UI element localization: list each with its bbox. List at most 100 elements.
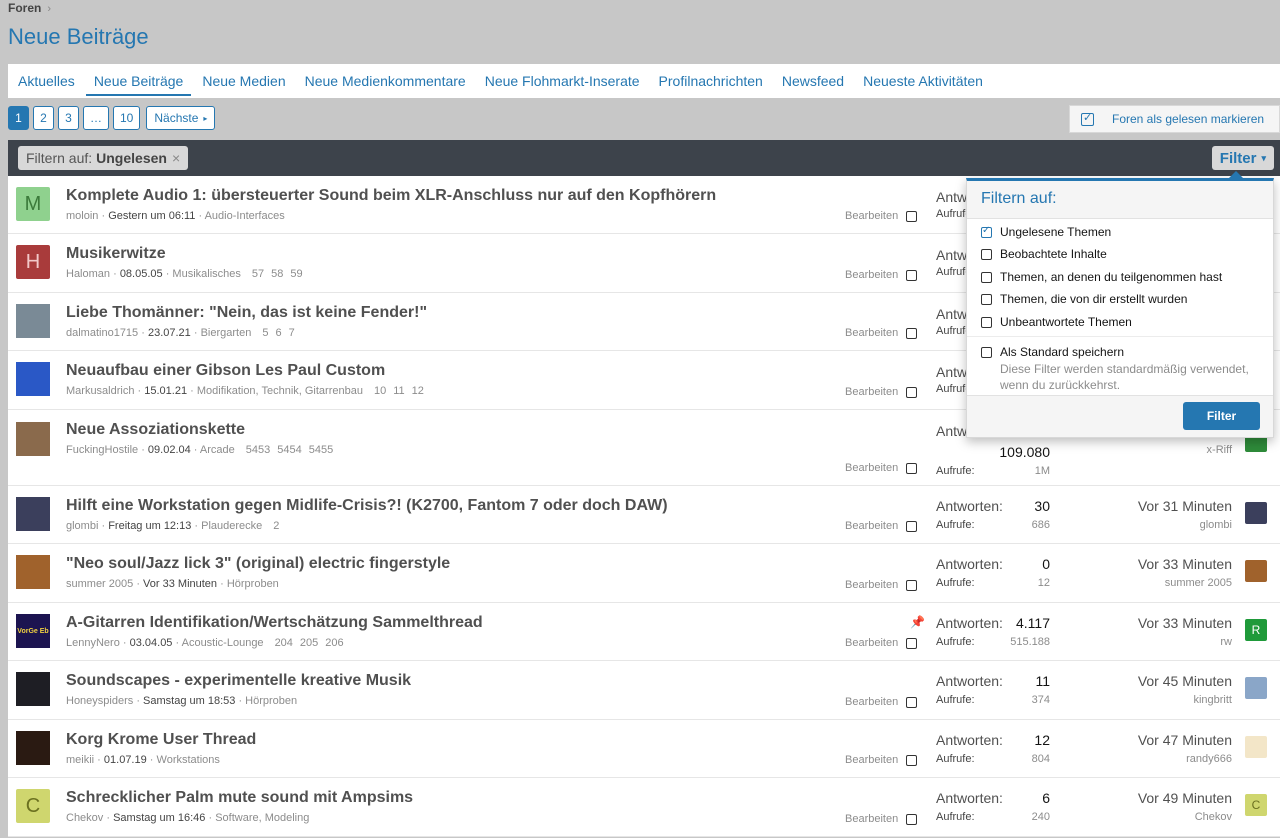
remove-filter-icon[interactable]: × <box>172 150 180 166</box>
edit-thread[interactable]: Bearbeiten <box>845 754 918 766</box>
last-post-time[interactable]: Vor 49 Minuten <box>1138 790 1232 806</box>
thread-row[interactable]: "Neo soul/Jazz lick 3" (original) electr… <box>8 544 1280 603</box>
thread-title[interactable]: Korg Krome User Thread <box>66 731 256 749</box>
last-post-user[interactable]: randy666 <box>1186 753 1232 765</box>
thread-author[interactable]: Markusaldrich <box>66 385 134 397</box>
edit-thread[interactable]: Bearbeiten <box>845 813 918 825</box>
thread-title[interactable]: Neue Assoziationskette <box>66 421 245 439</box>
thread-page-link[interactable]: 5454 <box>277 444 301 456</box>
page-2-button[interactable]: 2 <box>33 106 54 130</box>
tab-neue-flohmarkt-inserate[interactable]: Neue Flohmarkt-Inserate <box>485 64 640 98</box>
thread-date[interactable]: 09.02.04 <box>148 444 191 456</box>
thread-author[interactable]: Chekov <box>66 812 103 824</box>
tab-aktuelles[interactable]: Aktuelles <box>18 64 75 98</box>
thread-date[interactable]: Freitag um 12:13 <box>108 520 191 532</box>
thread-author[interactable]: FuckingHostile <box>66 444 138 456</box>
thread-page-link[interactable]: 11 <box>393 385 404 397</box>
thread-date[interactable]: 01.07.19 <box>104 754 147 766</box>
author-avatar[interactable] <box>16 497 50 531</box>
filter-option-checkbox[interactable] <box>981 271 992 283</box>
thread-forum[interactable]: Plauderecke <box>201 520 262 532</box>
last-post-time[interactable]: Vor 33 Minuten <box>1138 615 1232 631</box>
select-thread-checkbox[interactable] <box>906 269 918 281</box>
thread-author[interactable]: glombi <box>66 520 98 532</box>
filter-option-checkbox[interactable] <box>981 248 992 260</box>
author-avatar[interactable]: C <box>16 789 50 823</box>
last-post-time[interactable]: Vor 47 Minuten <box>1138 732 1232 748</box>
thread-date[interactable]: 03.04.05 <box>130 637 173 649</box>
edit-thread[interactable]: Bearbeiten <box>845 210 918 222</box>
edit-thread[interactable]: Bearbeiten <box>845 386 918 398</box>
thread-page-link[interactable]: 204 <box>275 637 293 649</box>
last-post-time[interactable]: Vor 45 Minuten <box>1138 673 1232 689</box>
author-avatar[interactable]: H <box>16 245 50 279</box>
tab-neue-medien[interactable]: Neue Medien <box>202 64 285 98</box>
save-as-default-option[interactable]: Als Standard speichern <box>981 345 1124 359</box>
tab-newsfeed[interactable]: Newsfeed <box>782 64 844 98</box>
page-jump-button[interactable]: … <box>83 106 109 130</box>
select-thread-checkbox[interactable] <box>906 696 918 708</box>
apply-filter-button[interactable]: Filter <box>1183 402 1260 430</box>
filter-option-checkbox[interactable] <box>981 293 992 305</box>
mark-forums-read-button[interactable]: Foren als gelesen markieren <box>1069 105 1280 133</box>
page-10-button[interactable]: 10 <box>113 106 141 130</box>
page-1-button[interactable]: 1 <box>8 106 29 130</box>
filter-option[interactable]: Themen, an denen du teilgenommen hast <box>981 270 1222 284</box>
select-thread-checkbox[interactable] <box>906 579 918 591</box>
thread-page-link[interactable]: 6 <box>275 327 281 339</box>
thread-author[interactable]: summer 2005 <box>66 578 133 590</box>
last-post-user[interactable]: Chekov <box>1195 811 1232 823</box>
thread-author[interactable]: Honeyspiders <box>66 695 133 707</box>
thread-forum[interactable]: Musikalisches <box>172 268 240 280</box>
edit-thread[interactable]: Bearbeiten <box>845 637 918 649</box>
thread-forum[interactable]: Biergarten <box>201 327 252 339</box>
thread-author[interactable]: LennyNero <box>66 637 120 649</box>
last-post-user[interactable]: glombi <box>1200 519 1232 531</box>
breadcrumb[interactable]: Foren › <box>8 1 51 15</box>
save-default-checkbox[interactable] <box>981 346 992 358</box>
thread-author[interactable]: dalmatino1715 <box>66 327 138 339</box>
filter-option-checkbox[interactable] <box>981 225 992 238</box>
thread-date[interactable]: Samstag um 18:53 <box>143 695 235 707</box>
thread-date[interactable]: Gestern um 06:11 <box>108 210 195 222</box>
select-thread-checkbox[interactable] <box>906 520 918 532</box>
thread-title[interactable]: Komplete Audio 1: übersteuerter Sound be… <box>66 187 716 205</box>
thread-forum[interactable]: Arcade <box>200 444 235 456</box>
last-post-user[interactable]: kingbritt <box>1193 694 1232 706</box>
thread-date[interactable]: Vor 33 Minuten <box>143 578 217 590</box>
edit-thread[interactable]: Bearbeiten <box>845 327 918 339</box>
thread-author[interactable]: moloin <box>66 210 98 222</box>
author-avatar[interactable]: M <box>16 187 50 221</box>
select-thread-checkbox[interactable] <box>906 327 918 339</box>
author-avatar[interactable] <box>16 422 50 456</box>
thread-title[interactable]: Liebe Thomänner: "Nein, das ist keine Fe… <box>66 304 427 322</box>
thread-forum[interactable]: Audio-Interfaces <box>205 210 285 222</box>
tab-neueste-aktivitäten[interactable]: Neueste Aktivitäten <box>863 64 983 98</box>
select-thread-checkbox[interactable] <box>906 637 918 649</box>
select-thread-checkbox[interactable] <box>906 754 918 766</box>
thread-forum[interactable]: Software, Modeling <box>215 812 309 824</box>
thread-title[interactable]: Schrecklicher Palm mute sound mit Ampsim… <box>66 789 413 807</box>
last-post-avatar[interactable]: C <box>1245 794 1267 816</box>
select-thread-checkbox[interactable] <box>906 813 918 825</box>
thread-page-link[interactable]: 5 <box>262 327 268 339</box>
filter-menu-button[interactable]: Filter ▾ <box>1211 146 1274 170</box>
thread-date[interactable]: Samstag um 16:46 <box>113 812 205 824</box>
thread-date[interactable]: 23.07.21 <box>148 327 191 339</box>
thread-page-link[interactable]: 205 <box>300 637 318 649</box>
thread-page-link[interactable]: 5453 <box>246 444 270 456</box>
thread-row[interactable]: Korg Krome User Thread meikii · 01.07.19 … <box>8 720 1280 778</box>
edit-thread[interactable]: Bearbeiten <box>845 269 918 281</box>
thread-row[interactable]: C Schrecklicher Palm mute sound mit Ampsi… <box>8 778 1280 837</box>
last-post-time[interactable]: Vor 31 Minuten <box>1138 498 1232 514</box>
last-post-avatar[interactable] <box>1245 560 1267 582</box>
breadcrumb-item-foren[interactable]: Foren <box>8 1 41 15</box>
page-3-button[interactable]: 3 <box>58 106 79 130</box>
thread-title[interactable]: Musikerwitze <box>66 245 166 263</box>
author-avatar[interactable] <box>16 731 50 765</box>
thread-date[interactable]: 08.05.05 <box>120 268 163 280</box>
edit-thread[interactable]: Bearbeiten <box>845 696 918 708</box>
last-post-avatar[interactable]: R <box>1245 619 1267 641</box>
thread-page-link[interactable]: 2 <box>273 520 279 532</box>
thread-page-link[interactable]: 5455 <box>309 444 333 456</box>
